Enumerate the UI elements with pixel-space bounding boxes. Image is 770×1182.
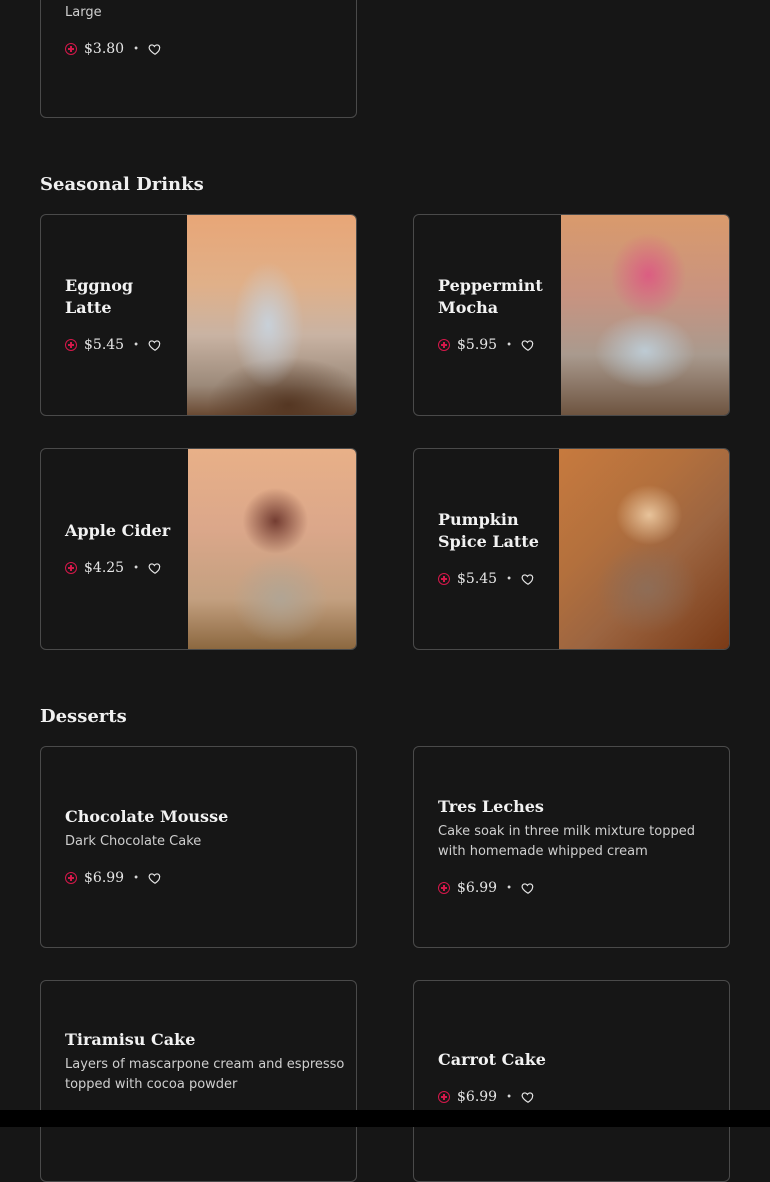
item-photo	[559, 449, 729, 649]
separator-dot: •	[133, 43, 139, 55]
plus-circle-icon[interactable]	[65, 562, 77, 574]
item-price: $5.45	[457, 571, 498, 587]
item-meta: $5.95 •	[438, 335, 543, 355]
heart-outline-icon[interactable]	[521, 1090, 535, 1104]
plus-circle-icon[interactable]	[65, 339, 77, 351]
item-name-line: Spice Latte	[438, 532, 539, 551]
heart-outline-icon[interactable]	[148, 871, 162, 885]
item-meta: $6.99 •	[438, 878, 695, 898]
item-photo	[561, 215, 729, 415]
section-title-seasonal-drinks: Seasonal Drinks	[40, 174, 204, 195]
plus-circle-icon[interactable]	[65, 872, 77, 884]
heart-outline-icon[interactable]	[521, 572, 535, 586]
item-name-line: Mocha	[438, 298, 499, 317]
item-name-line: Peppermint	[438, 276, 543, 295]
heart-outline-icon[interactable]	[521, 881, 535, 895]
item-meta: $5.45 •	[65, 335, 162, 355]
item-name-line: Latte	[65, 298, 112, 317]
item-name: Apple Cider	[65, 521, 171, 540]
item-info: Carrot Cake $6.99 •	[438, 1049, 546, 1107]
menu-item-card[interactable]: Eggnog Latte $5.45 •	[40, 214, 357, 416]
item-description-line: Cake soak in three milk mixture topped	[438, 824, 695, 839]
heart-outline-icon[interactable]	[148, 338, 162, 352]
item-info: Apple Cider $4.25 •	[65, 449, 170, 649]
item-description-line: topped with cocoa powder	[65, 1077, 238, 1092]
item-price: $6.99	[457, 1089, 498, 1105]
item-meta: $6.99 •	[65, 868, 228, 888]
item-description: Layers of mascarpone cream and espresso …	[65, 1055, 344, 1095]
item-size-label: Large	[65, 5, 102, 20]
item-price: $4.25	[84, 560, 125, 576]
item-price: $5.95	[457, 337, 498, 353]
item-info: Pumpkin Spice Latte $5.45 •	[438, 449, 539, 649]
item-name-line: Pumpkin	[438, 510, 519, 529]
separator-dot: •	[133, 872, 139, 884]
item-name: Carrot Cake	[438, 1050, 546, 1069]
item-info: Chocolate Mousse Dark Chocolate Cake $6.…	[65, 747, 228, 947]
separator-dot: •	[133, 562, 139, 574]
menu-item-card[interactable]: Chocolate Mousse Dark Chocolate Cake $6.…	[40, 746, 357, 948]
item-price: $5.45	[84, 337, 125, 353]
menu-item-card[interactable]: Tres Leches Cake soak in three milk mixt…	[413, 746, 730, 948]
menu-item-card[interactable]: Large $3.80 •	[40, 0, 357, 118]
plus-circle-icon[interactable]	[438, 1091, 450, 1103]
item-name: Tres Leches	[438, 797, 544, 816]
menu-item-card[interactable]: Tiramisu Cake Layers of mascarpone cream…	[40, 980, 357, 1182]
item-info: Tres Leches Cake soak in three milk mixt…	[438, 747, 695, 947]
item-photo	[188, 449, 356, 649]
bottom-bar	[0, 1110, 770, 1127]
separator-dot: •	[133, 339, 139, 351]
item-info: Eggnog Latte $5.45 •	[65, 215, 162, 415]
section-title-desserts: Desserts	[40, 706, 127, 727]
item-meta: $5.45 •	[438, 569, 539, 589]
item-info: Tiramisu Cake Layers of mascarpone cream…	[65, 1029, 344, 1095]
heart-outline-icon[interactable]	[148, 42, 162, 56]
item-info: Peppermint Mocha $5.95 •	[438, 215, 543, 415]
item-name-line: Eggnog	[65, 276, 134, 295]
menu-item-card[interactable]: Carrot Cake $6.99 •	[413, 980, 730, 1182]
heart-outline-icon[interactable]	[521, 338, 535, 352]
separator-dot: •	[506, 339, 512, 351]
item-meta: $4.25 •	[65, 558, 170, 578]
item-description: Dark Chocolate Cake	[65, 834, 202, 849]
item-name: Tiramisu Cake	[65, 1030, 196, 1049]
plus-circle-icon[interactable]	[438, 882, 450, 894]
menu-item-card[interactable]: Pumpkin Spice Latte $5.45 •	[413, 448, 730, 650]
separator-dot: •	[506, 1091, 512, 1103]
menu-item-card[interactable]: Apple Cider $4.25 •	[40, 448, 357, 650]
item-description-line: Layers of mascarpone cream and espresso	[65, 1057, 345, 1072]
plus-circle-icon[interactable]	[438, 339, 450, 351]
plus-circle-icon[interactable]	[65, 43, 77, 55]
item-description: Cake soak in three milk mixture topped w…	[438, 822, 695, 862]
separator-dot: •	[506, 573, 512, 585]
separator-dot: •	[506, 882, 512, 894]
item-price: $3.80	[84, 41, 125, 57]
item-description-line: with homemade whipped cream	[438, 844, 648, 859]
item-meta: $6.99 •	[438, 1087, 546, 1107]
plus-circle-icon[interactable]	[438, 573, 450, 585]
item-name: Peppermint Mocha	[438, 275, 543, 319]
heart-outline-icon[interactable]	[148, 561, 162, 575]
item-name: Eggnog Latte	[65, 275, 162, 319]
item-price: $6.99	[457, 880, 498, 896]
item-name: Chocolate Mousse	[65, 807, 229, 826]
item-meta: $3.80 •	[65, 39, 162, 59]
item-price: $6.99	[84, 870, 125, 886]
item-name: Pumpkin Spice Latte	[438, 509, 539, 553]
menu-item-card[interactable]: Peppermint Mocha $5.95 •	[413, 214, 730, 416]
item-photo	[187, 215, 356, 415]
